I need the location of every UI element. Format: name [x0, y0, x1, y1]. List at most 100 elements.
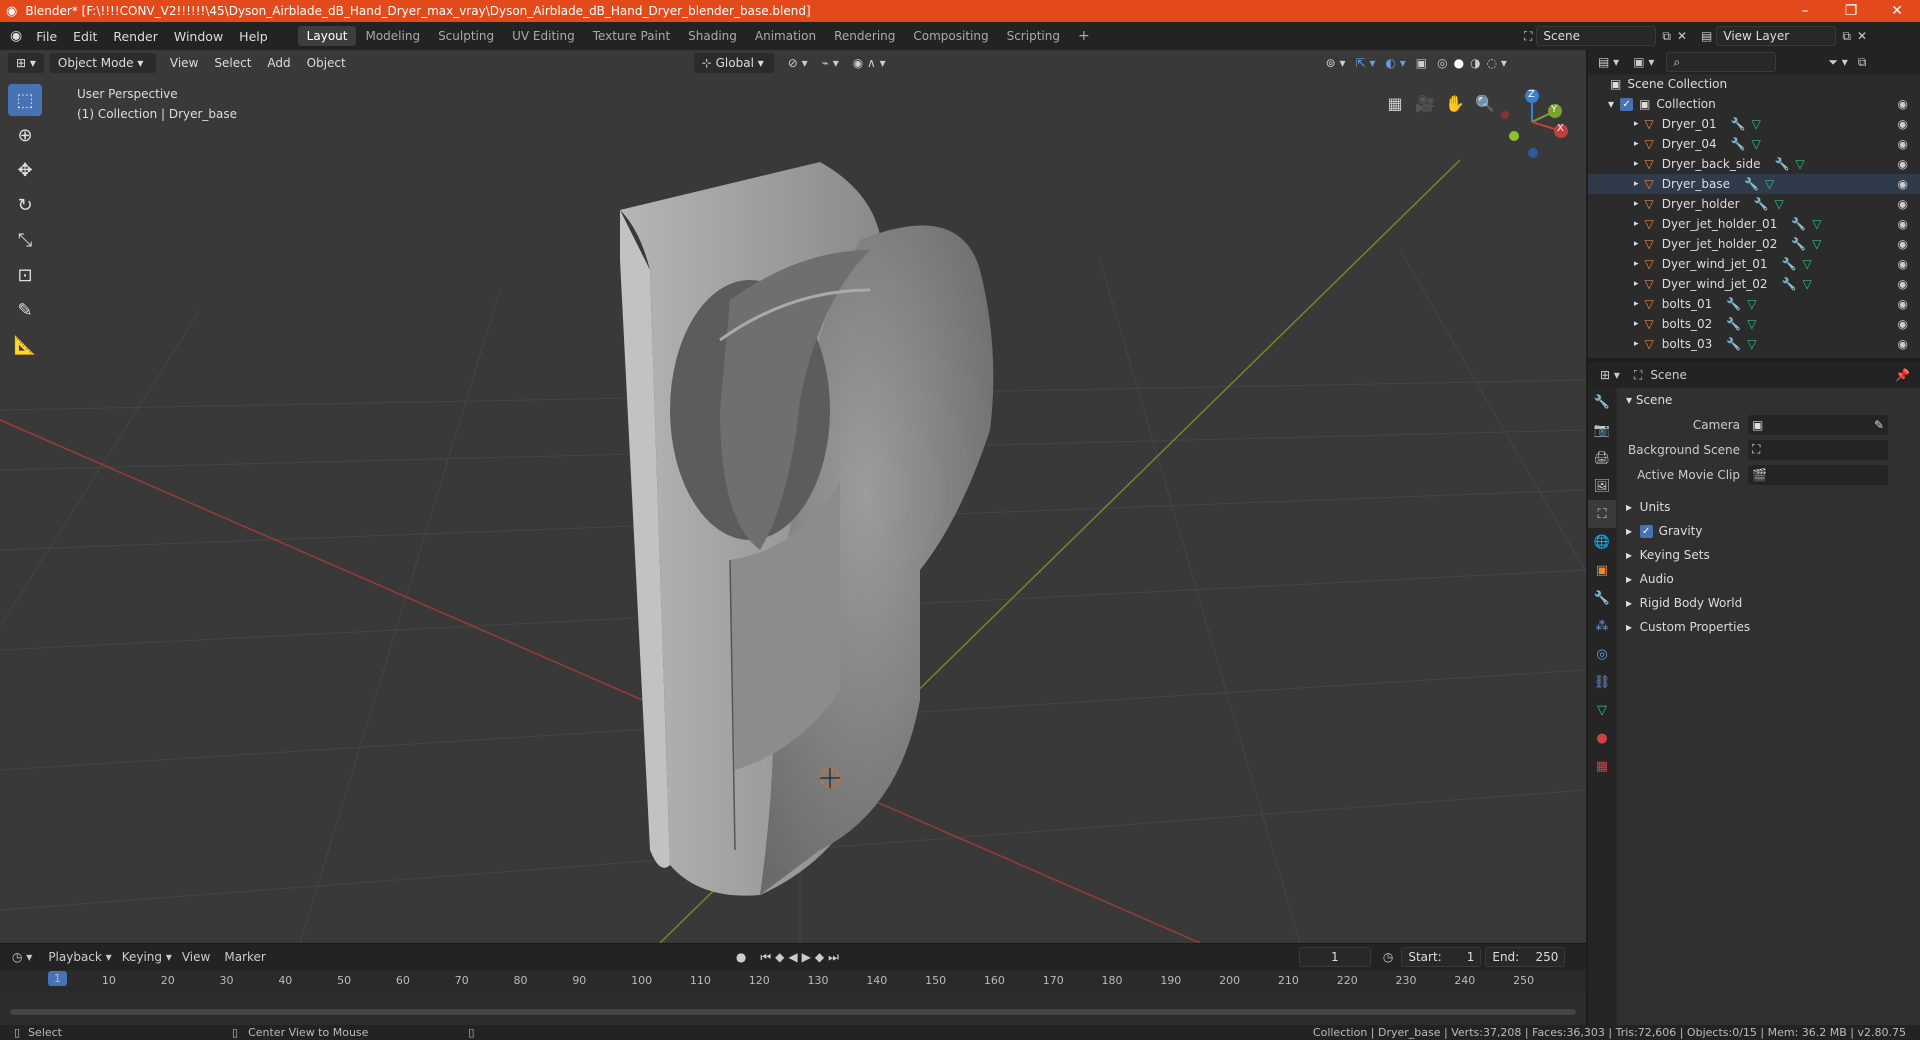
prev-keyframe-button[interactable]: ◆	[775, 950, 784, 964]
modifier-icon[interactable]: 🔧	[1731, 137, 1746, 151]
scene-tab-icon[interactable]: ⛶	[1588, 500, 1616, 528]
timeline-editor-type-icon[interactable]: ◷ ▾	[12, 950, 32, 964]
modifier-icon[interactable]: 🔧	[1774, 157, 1789, 171]
mesh-data-icon[interactable]: ▽	[1747, 317, 1756, 331]
eye-icon[interactable]: ◉	[1898, 177, 1908, 191]
eye-icon[interactable]: ◉	[1898, 277, 1908, 291]
new-view-layer-icon[interactable]: ⧉	[1842, 29, 1851, 44]
gizmo-toggle-icon[interactable]: ⇱ ▾	[1356, 56, 1376, 70]
view-layer-field[interactable]: View Layer	[1716, 26, 1837, 46]
eye-icon[interactable]: ◉	[1898, 297, 1908, 311]
mesh-data-icon[interactable]: ▽	[1765, 177, 1774, 191]
eye-icon[interactable]: ◉	[1898, 117, 1908, 131]
mesh-data-icon[interactable]: ▽	[1752, 117, 1761, 131]
viewport-menu-select[interactable]: Select	[206, 56, 259, 70]
modifier-icon[interactable]: 🔧	[1754, 197, 1769, 211]
object-tab-icon[interactable]: ▣	[1588, 556, 1616, 584]
tab-rendering[interactable]: Rendering	[825, 26, 904, 46]
mesh-data-icon[interactable]: ▽	[1747, 337, 1756, 351]
3d-cursor-icon[interactable]	[820, 768, 840, 788]
blender-menu-icon[interactable]: ◉	[10, 28, 22, 44]
mesh-data-icon[interactable]: ▽	[1812, 217, 1821, 231]
mesh-data-icon[interactable]: ▽	[1802, 277, 1811, 291]
play-reverse-button[interactable]: ◀	[788, 950, 797, 964]
expand-arrow-icon[interactable]: ▸	[1634, 179, 1639, 189]
new-scene-icon[interactable]: ⧉	[1662, 29, 1671, 44]
scale-tool[interactable]: ⤡	[8, 224, 42, 256]
scene-collection-row[interactable]: ▣ Scene Collection	[1588, 74, 1920, 94]
particles-tab-icon[interactable]: ⁂	[1588, 612, 1616, 640]
modifier-icon[interactable]: 🔧	[1791, 237, 1806, 251]
eye-icon[interactable]: ◉	[1898, 317, 1908, 331]
record-button[interactable]: ●	[736, 950, 746, 964]
expand-arrow-icon[interactable]: ▾	[1608, 97, 1614, 111]
properties-editor-type-icon[interactable]: ⊞ ▾	[1600, 368, 1620, 382]
expand-arrow-icon[interactable]: ▸	[1634, 159, 1639, 169]
overlay-toggle-icon[interactable]: ◐ ▾	[1385, 56, 1405, 70]
modifier-icon[interactable]: 🔧	[1726, 317, 1741, 331]
gizmo-x-label[interactable]: X	[1557, 123, 1564, 134]
collection-row[interactable]: ▾ ✓ ▣ Collection ◉	[1588, 94, 1920, 114]
constraints-tab-icon[interactable]: ⛓	[1588, 668, 1616, 696]
menu-window[interactable]: Window	[166, 29, 231, 44]
transform-tool[interactable]: ⊡	[8, 259, 42, 291]
pivot-icon[interactable]: ⊘ ▾	[788, 56, 808, 70]
scene-section-header[interactable]: ▾ Scene	[1618, 388, 1920, 412]
transform-orientation-select[interactable]: ⊹ Global ▾	[693, 53, 774, 73]
proportional-edit-icon[interactable]: ◉ ∧ ▾	[853, 56, 886, 70]
timeline-menu-view[interactable]: View	[182, 950, 210, 964]
close-button[interactable]: ✕	[1874, 0, 1920, 22]
eye-icon[interactable]: ◉	[1898, 237, 1908, 251]
render-tab-icon[interactable]: 📷	[1588, 416, 1616, 444]
eye-icon[interactable]: ◉	[1898, 257, 1908, 271]
measure-tool[interactable]: 📐	[8, 329, 42, 361]
snap-icon[interactable]: ⌁ ▾	[822, 56, 839, 70]
mesh-data-icon[interactable]: ▽	[1775, 197, 1784, 211]
pan-hand-icon[interactable]: ✋	[1440, 88, 1470, 118]
outliner-item[interactable]: ▸ ▽ Dryer_04 🔧 ▽ ◉	[1588, 134, 1920, 154]
minimize-button[interactable]: –	[1782, 0, 1828, 22]
mesh-data-icon[interactable]: ▽	[1795, 157, 1804, 171]
active-movie-clip-field[interactable]: 🎬	[1748, 464, 1888, 485]
material-shading-icon[interactable]: ◑	[1470, 56, 1480, 70]
outliner-item[interactable]: ▸ ▽ Dyer_jet_holder_02 🔧 ▽ ◉	[1588, 234, 1920, 254]
modifier-icon[interactable]: 🔧	[1791, 217, 1806, 231]
outliner-editor-type-icon[interactable]: ▤ ▾	[1598, 55, 1619, 69]
tool-tab-icon[interactable]: 🔧	[1588, 388, 1616, 416]
menu-render[interactable]: Render	[105, 29, 166, 44]
mesh-data-icon[interactable]: ▽	[1812, 237, 1821, 251]
units-subpanel[interactable]: ▸ Units	[1618, 495, 1920, 519]
timeline-menu-playback[interactable]: Playback ▾	[48, 950, 111, 964]
select-box-tool[interactable]: ⬚	[8, 84, 42, 116]
move-tool[interactable]: ✥	[8, 154, 42, 186]
viewport-menu-add[interactable]: Add	[259, 56, 298, 70]
expand-arrow-icon[interactable]: ▸	[1634, 239, 1639, 249]
zoom-icon[interactable]: 🔍	[1470, 88, 1500, 118]
current-frame-indicator[interactable]: 1	[48, 971, 67, 986]
tab-modeling[interactable]: Modeling	[356, 26, 429, 46]
ortho-toggle-icon[interactable]: ▦	[1380, 88, 1410, 118]
eyedropper-icon[interactable]: ✎	[1874, 418, 1884, 432]
solid-shading-icon[interactable]: ●	[1454, 56, 1464, 70]
tab-texture-paint[interactable]: Texture Paint	[584, 26, 679, 46]
collection-checkbox[interactable]: ✓	[1620, 97, 1634, 111]
timeline-menu-keying[interactable]: Keying ▾	[122, 950, 172, 964]
jump-end-button[interactable]: ⏭	[828, 950, 839, 965]
modifier-icon[interactable]: 🔧	[1782, 277, 1797, 291]
annotate-tool[interactable]: ✎	[8, 294, 42, 326]
expand-arrow-icon[interactable]: ▸	[1634, 219, 1639, 229]
outliner-item[interactable]: ▸ ▽ bolts_01 🔧 ▽ ◉	[1588, 294, 1920, 314]
frame-ruler[interactable]: 1 10 20 30 40 50 60 70 80 90 100 110 120 130 140 150 16…	[0, 970, 1586, 992]
modifier-icon[interactable]: 🔧	[1726, 337, 1741, 351]
eye-icon[interactable]: ◉	[1898, 197, 1908, 211]
gizmo-z-label[interactable]: Z	[1528, 89, 1535, 100]
eye-icon[interactable]: ◉	[1898, 217, 1908, 231]
gravity-subpanel[interactable]: ▸ ✓ Gravity	[1618, 519, 1920, 543]
outliner-item[interactable]: ▸ ▽ Dryer_holder 🔧 ▽ ◉	[1588, 194, 1920, 214]
expand-arrow-icon[interactable]: ▸	[1634, 299, 1639, 309]
viewport-menu-object[interactable]: Object	[299, 56, 354, 70]
cursor-tool[interactable]: ⊕	[8, 119, 42, 151]
rigid-body-world-subpanel[interactable]: ▸ Rigid Body World	[1618, 591, 1920, 615]
camera-field[interactable]: ▣ ✎	[1748, 414, 1888, 435]
data-tab-icon[interactable]: ▽	[1588, 696, 1616, 724]
